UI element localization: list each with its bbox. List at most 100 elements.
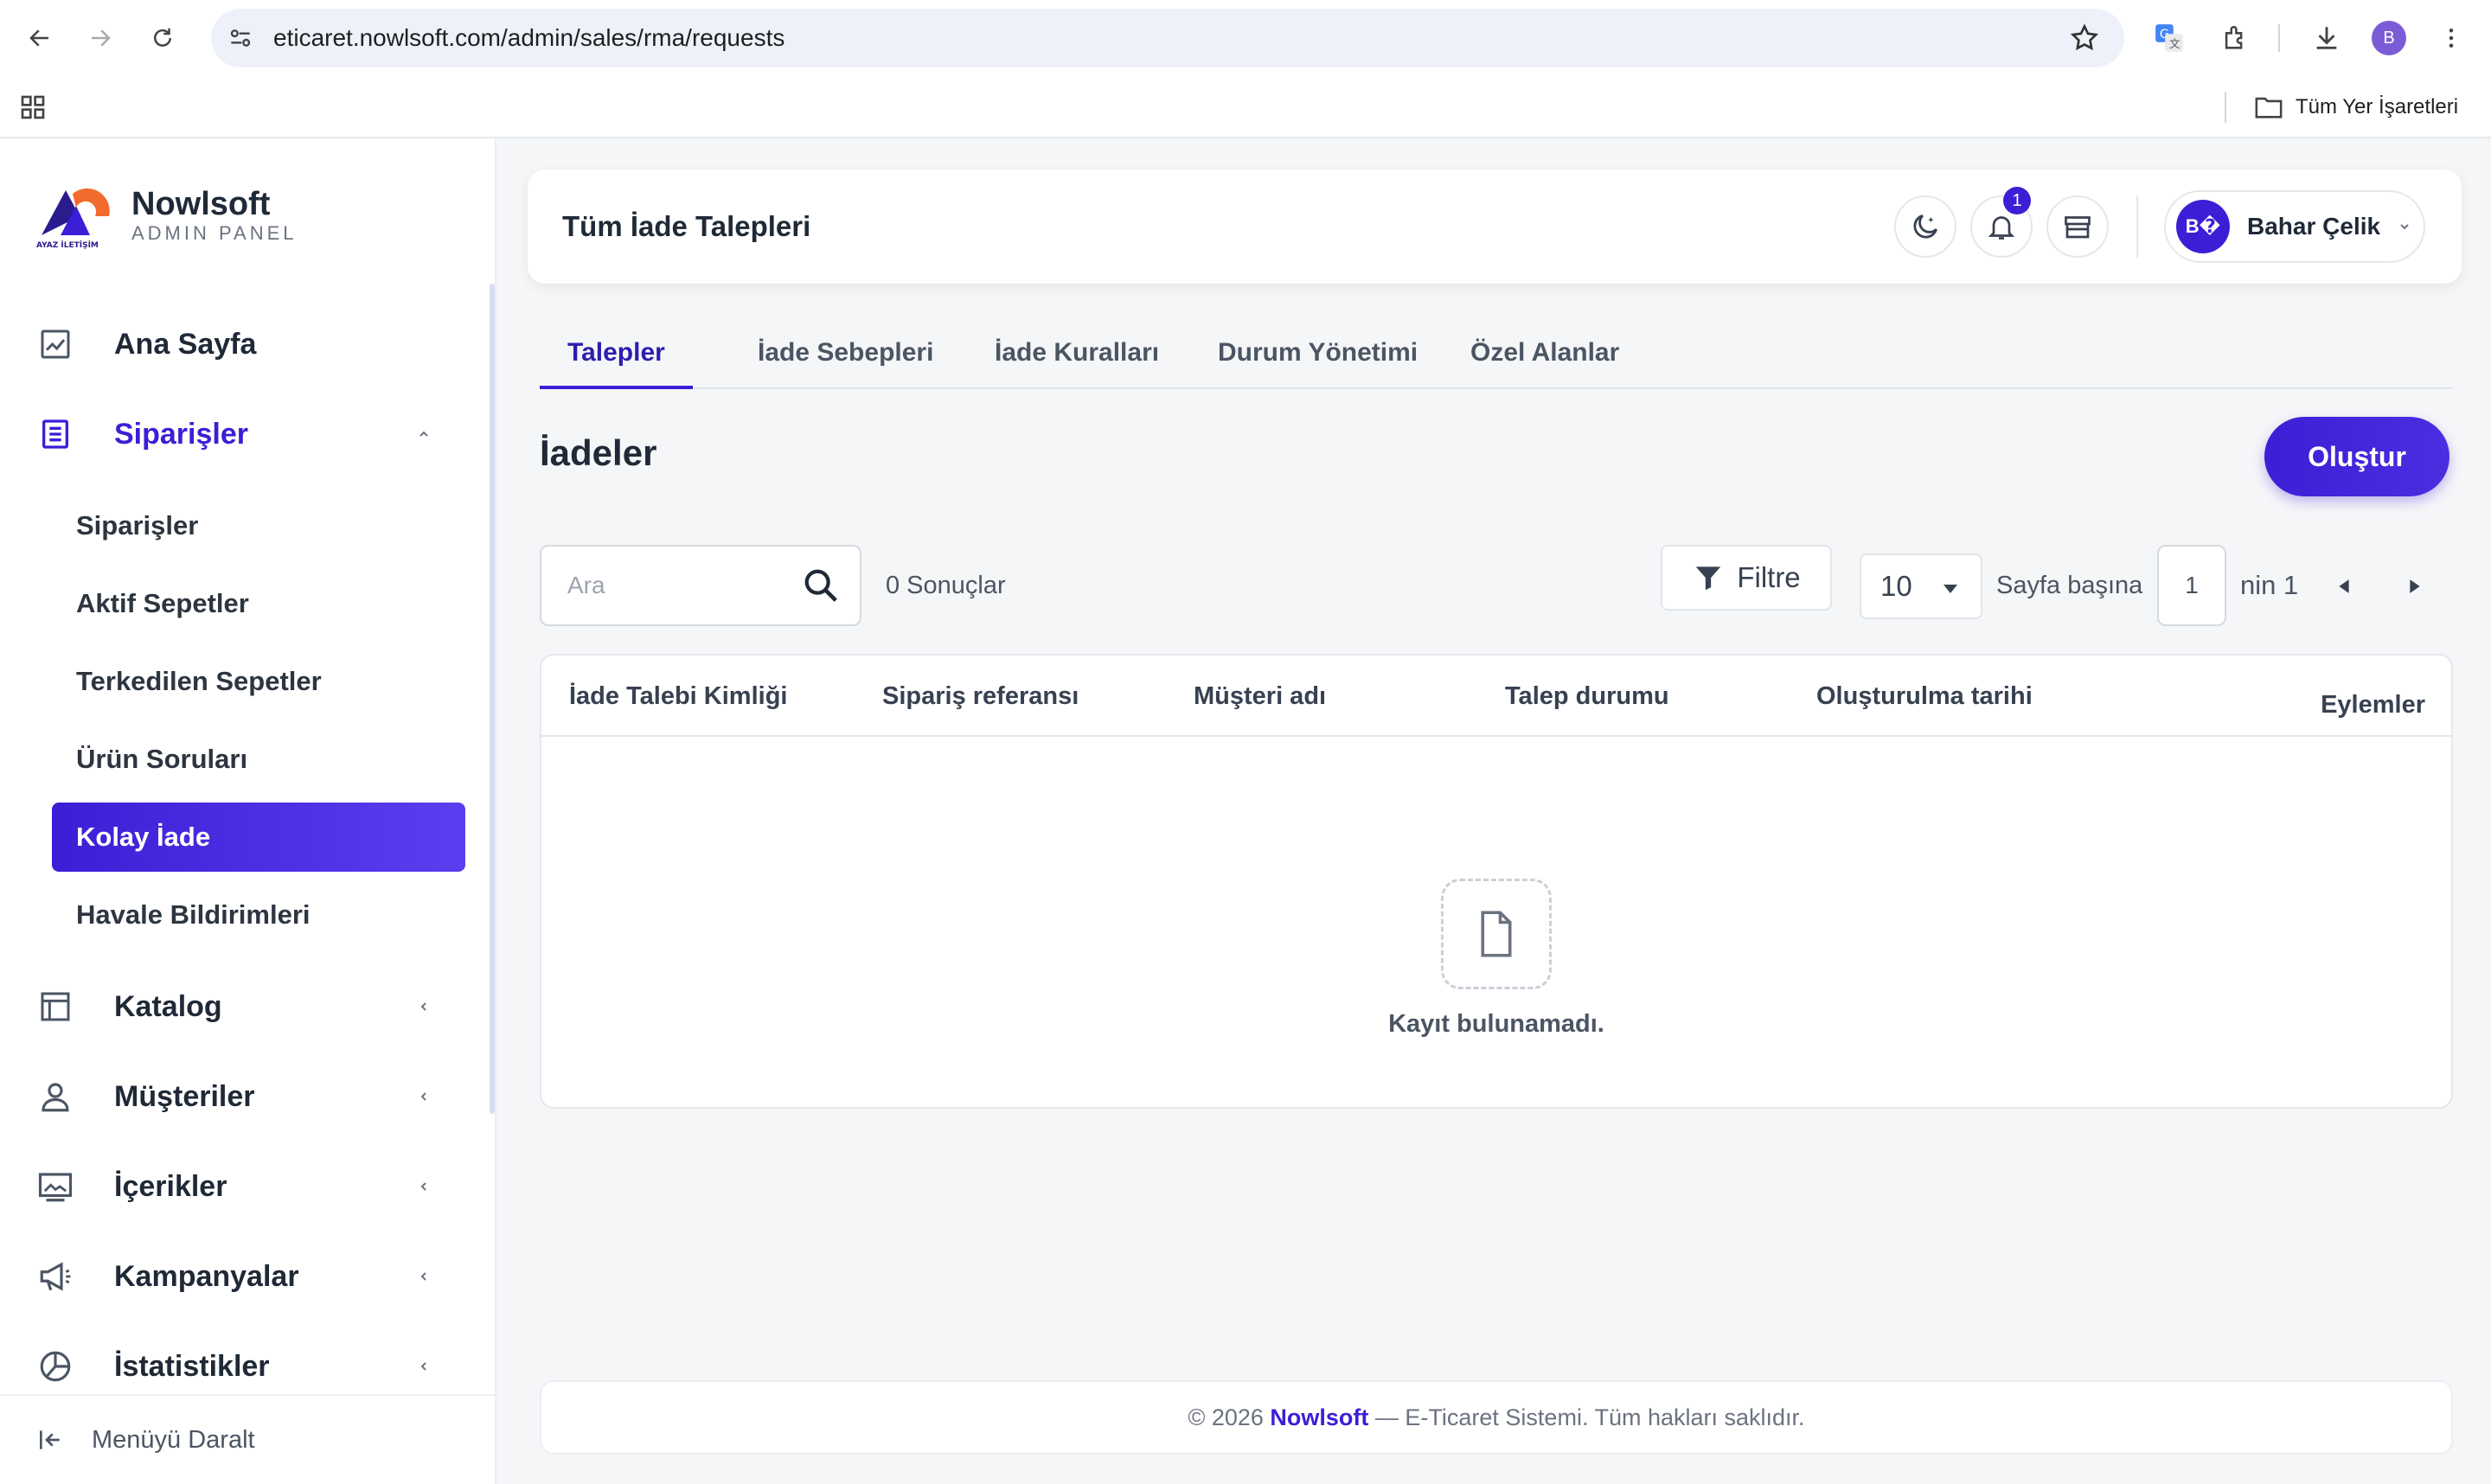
page-header: Tüm İade Talepleri 1 B� Bahar Çelik [528,170,2462,284]
megaphone-icon [35,1256,76,1297]
chevron-left-icon [413,996,434,1017]
translate-icon[interactable]: G文 [2150,19,2188,57]
profile-avatar[interactable]: B [2372,21,2406,55]
tab-durum-yonetimi[interactable]: Durum Yönetimi [1190,318,1445,389]
all-bookmarks-label: Tüm Yer İşaretleri [2296,95,2459,118]
search-input[interactable] [543,548,794,623]
filter-icon [1696,566,1721,591]
catalog-icon [35,986,76,1027]
brand-logo[interactable]: AYAZ İLETİŞİM Nowlsoft ADMIN PANEL [35,182,298,251]
tab-iade-sebepleri[interactable]: İade Sebepleri [730,318,961,389]
search-field [540,545,861,626]
next-page-icon[interactable] [2399,571,2430,602]
notifications-button[interactable]: 1 [1970,187,2033,258]
sidebar: AYAZ İLETİŞİM Nowlsoft ADMIN PANEL Ana S… [0,138,496,1484]
column-header[interactable]: İade Talebi Kimliği [569,656,787,737]
column-header[interactable]: Talep durumu [1505,656,1669,737]
site-settings-icon[interactable] [227,24,254,52]
bookmarks-divider [2225,92,2226,123]
browser-toolbar: eticaret.nowlsoft.com/admin/sales/rma/re… [0,0,2491,76]
per-page-select[interactable]: 10 [1860,553,1982,619]
user-menu[interactable]: B� Bahar Çelik [2164,190,2425,263]
tabs-bar: Talepler İade Sebepleri İade Kuralları D… [540,318,2453,389]
pie-icon [35,1346,76,1387]
sidebar-item-label: Kampanyalar [114,1259,299,1293]
submenu-item-siparisler[interactable]: Siparişler [52,491,465,560]
page-total: nin 1 [2240,570,2299,600]
search-icon[interactable] [801,566,841,605]
tab-talepler[interactable]: Talepler [540,318,693,389]
prev-page-icon[interactable] [2328,571,2360,602]
submenu-item-terkedilen-sepetler[interactable]: Terkedilen Sepetler [52,647,465,716]
url-text: eticaret.nowlsoft.com/admin/sales/rma/re… [273,24,785,51]
bookmarks-bar: Tüm Yer İşaretleri [0,76,2491,138]
more-icon[interactable] [2432,19,2470,57]
create-button[interactable]: Oluştur [2264,417,2449,496]
collapse-menu-label: Menüyü Daralt [92,1425,255,1454]
column-header[interactable]: Sipariş referansı [882,656,1079,737]
submenu-item-kolay-iade[interactable]: Kolay İade [52,803,465,872]
page-number-input[interactable]: 1 [2157,545,2226,626]
chevron-left-icon [413,1176,434,1197]
sidebar-item-label: Müşteriler [114,1079,255,1113]
extensions-icon[interactable] [2216,19,2254,57]
sidebar-item-icerikler[interactable]: İçerikler [35,1152,441,1221]
sidebar-item-katalog[interactable]: Katalog [35,972,441,1041]
back-icon[interactable] [21,19,59,57]
column-header[interactable]: Müşteri adı [1194,656,1326,737]
all-bookmarks-button[interactable]: Tüm Yer İşaretleri [2254,90,2458,125]
filter-button[interactable]: Filtre [1661,545,1832,611]
returns-table: İade Talebi Kimliği Sipariş referansı Mü… [540,654,2453,1109]
footer-brand-link[interactable]: Nowlsoft [1270,1404,1368,1430]
user-name: Bahar Çelik [2247,213,2381,240]
logo-text: AYAZ İLETİŞİM [36,240,99,250]
reload-icon[interactable] [144,19,182,57]
submenu-item-havale-bildirimleri[interactable]: Havale Bildirimleri [52,880,465,950]
folder-icon [2255,97,2283,118]
forward-icon[interactable] [81,19,119,57]
brand-text: Nowlsoft ADMIN PANEL [131,187,298,246]
apps-grid-icon[interactable] [19,93,47,121]
per-page-value: 10 [1880,570,1912,602]
orders-icon [35,413,76,455]
header-divider [2136,195,2138,258]
sidebar-item-label: Katalog [114,989,222,1023]
dark-mode-button[interactable] [1894,195,1956,258]
sidebar-item-istatistikler[interactable]: İstatistikler [35,1332,441,1401]
address-bar[interactable]: eticaret.nowlsoft.com/admin/sales/rma/re… [211,9,2124,67]
submenu-item-aktif-sepetler[interactable]: Aktif Sepetler [52,569,465,638]
moon-icon [1913,214,1938,239]
sidebar-item-musteriler[interactable]: Müşteriler [35,1062,441,1131]
empty-state-text: Kayıt bulunamadı. [1388,1010,1604,1038]
column-header[interactable]: Oluşturulma tarihi [1816,656,2033,737]
chevron-left-icon [413,1086,434,1107]
logo-mark-icon: AYAZ İLETİŞİM [35,182,111,251]
sidebar-scrollbar[interactable] [490,284,495,1114]
submenu-item-urun-sorulari[interactable]: Ürün Soruları [52,725,465,794]
chevron-up-icon [413,424,434,445]
avatar: B� [2176,200,2230,253]
footer: © 2026 Nowlsoft — E-Ticaret Sistemi. Tüm… [540,1380,2453,1455]
collapse-menu-button[interactable]: Menüyü Daralt [0,1394,495,1484]
sidebar-item-siparisler[interactable]: Siparişler [35,400,441,469]
sidebar-item-label: Siparişler [114,417,248,451]
sidebar-item-label: Ana Sayfa [114,327,257,361]
sidebar-item-label: İçerikler [114,1169,227,1203]
footer-prefix: © 2026 [1188,1404,1271,1430]
user-icon [35,1076,76,1117]
tab-iade-kurallari[interactable]: İade Kuralları [967,318,1187,389]
chevron-down-icon [2400,224,2409,230]
store-button[interactable] [2046,195,2109,258]
bookmark-star-icon[interactable] [2069,22,2100,54]
download-icon[interactable] [2308,19,2346,57]
bell-icon [1988,216,2015,240]
sidebar-item-ana-sayfa[interactable]: Ana Sayfa [35,310,441,379]
brand-subtitle: ADMIN PANEL [131,222,298,244]
table-header: İade Talebi Kimliği Sipariş referansı Mü… [541,656,2451,737]
sidebar-item-kampanyalar[interactable]: Kampanyalar [35,1242,441,1311]
tab-ozel-alanlar[interactable]: Özel Alanlar [1443,318,1647,389]
chevron-left-icon [413,1266,434,1287]
notification-badge: 1 [2003,187,2031,214]
collapse-icon [40,1430,60,1449]
svg-text:文: 文 [2169,37,2180,50]
